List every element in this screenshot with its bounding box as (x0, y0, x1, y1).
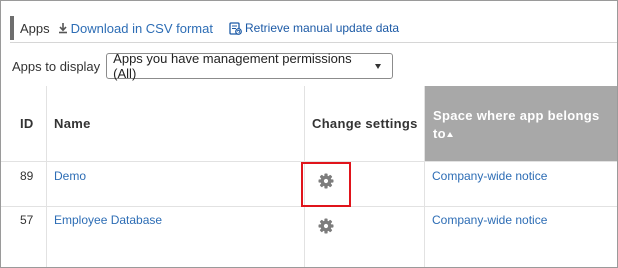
row-id: 89 (20, 169, 34, 183)
page-header: Apps Download in CSV format Retrieve man… (10, 16, 617, 43)
download-icon (58, 22, 68, 34)
column-header-id[interactable]: ID (20, 86, 46, 161)
download-csv-label: Download in CSV format (70, 20, 213, 36)
app-name-link[interactable]: Employee Database (54, 213, 162, 227)
column-header-name[interactable]: Name (54, 86, 294, 161)
apps-to-display-select[interactable]: Apps you have management permissions (Al… (106, 51, 394, 81)
apps-filter-label: Apps to display (12, 58, 101, 74)
column-header-space-label: Space where app belongs to (433, 108, 600, 141)
retrieve-manual-update-label: Retrieve manual update data (244, 21, 400, 35)
page-title: Apps (20, 20, 50, 36)
download-csv-link[interactable]: Download in CSV format (58, 21, 213, 36)
table-row: 57 Employee Database Company-wide notice (1, 207, 617, 252)
space-link[interactable]: Company-wide notice (432, 213, 547, 227)
sort-ascending-icon (446, 132, 453, 137)
column-header-change-settings: Change settings (312, 116, 418, 131)
space-link[interactable]: Company-wide notice (432, 169, 547, 183)
highlight-box (301, 162, 351, 207)
app-list-panel: Apps Download in CSV format Retrieve man… (0, 0, 618, 268)
gear-icon[interactable] (318, 218, 334, 234)
apps-filter: Apps to display Apps you have management… (12, 51, 394, 81)
dropdown-caret-icon (375, 63, 382, 69)
retrieve-data-icon (229, 21, 242, 35)
retrieve-manual-update-link[interactable]: Retrieve manual update data (229, 21, 399, 35)
app-name-link[interactable]: Demo (54, 169, 86, 183)
column-header-space[interactable]: Space where app belongs to (425, 86, 617, 161)
apps-to-display-value: Apps you have management permissions (Al… (113, 51, 352, 81)
row-id: 57 (20, 213, 34, 227)
